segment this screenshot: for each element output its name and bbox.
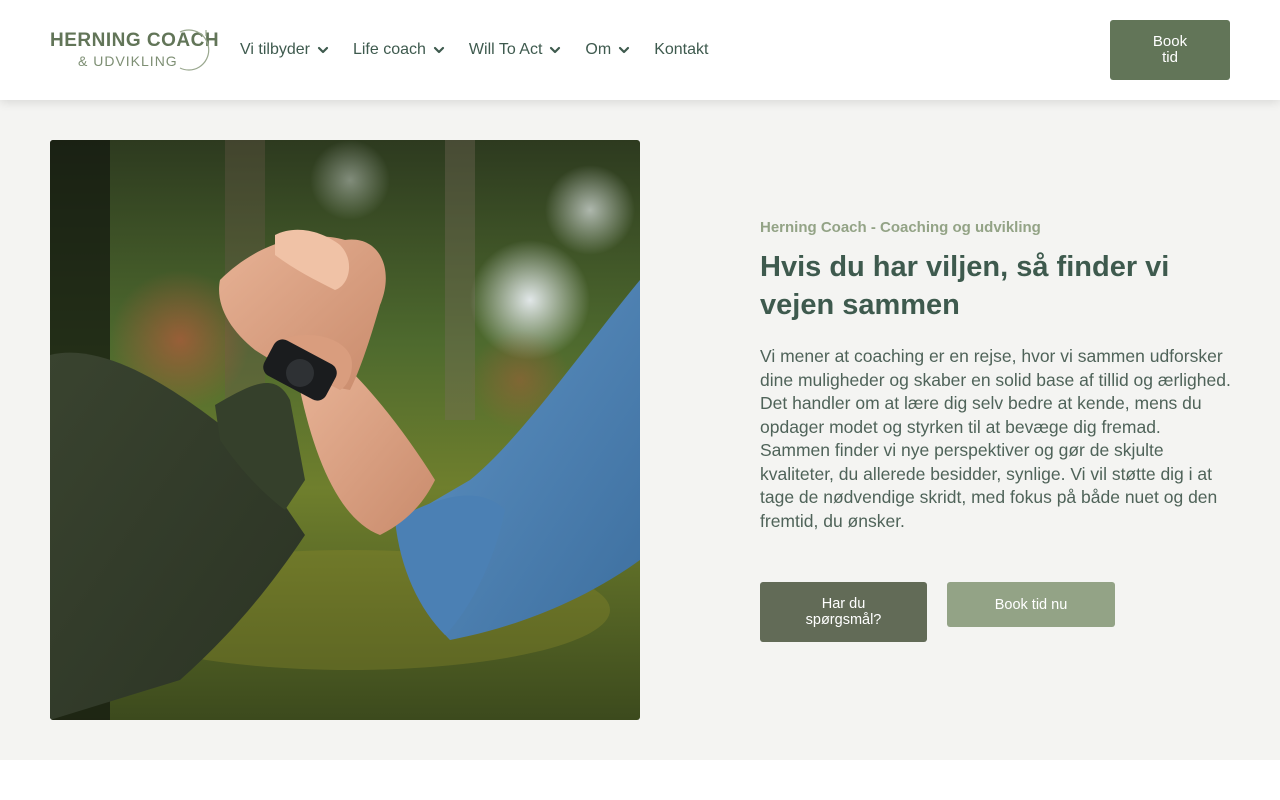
nav-item-life-coach[interactable]: Life coach (353, 41, 445, 59)
chevron-down-icon (550, 46, 561, 54)
nav-item-label: Vi tilbyder (240, 41, 310, 58)
chevron-down-icon (433, 46, 445, 54)
main-navigation: Vi tilbyder Life coach Will To Act Om Ko… (240, 38, 708, 62)
chevron-down-icon (317, 46, 329, 54)
book-now-button[interactable]: Book tid nu (947, 582, 1115, 627)
hero-section: Herning Coach - Coaching og udvikling Hv… (0, 100, 1280, 760)
hero-headline: Hvis du har viljen, så finder vi vejen s… (760, 251, 1170, 321)
nav-item-label: Kontakt (654, 41, 709, 58)
nav-item-om[interactable]: Om (585, 41, 630, 59)
nav-item-label: Life coach (352, 41, 426, 58)
nav-item-vi-tilbyder[interactable]: Vi tilbyder (240, 41, 329, 59)
questions-button[interactable]: Har du spørgsmål? (760, 582, 927, 642)
site-header: HERNING COACH & UDVIKLING Vi tilbyder Li… (0, 0, 1280, 100)
handshake-photo-illustration (50, 140, 640, 720)
book-time-button[interactable]: Book tid (1110, 20, 1230, 80)
section-kicker: Herning Coach - Coaching og udvikling (760, 219, 1041, 236)
site-logo[interactable]: HERNING COACH & UDVIKLING (50, 28, 219, 74)
handshake-photo (50, 140, 640, 720)
nav-item-kontakt[interactable]: Kontakt (654, 41, 708, 59)
nav-item-will-to-act[interactable]: Will To Act (469, 41, 562, 59)
logo-ring-icon (179, 29, 210, 71)
nav-item-label: Om (585, 41, 612, 58)
chevron-down-icon (619, 46, 630, 54)
hero-body-text: Vi mener at coaching er en rejse, hvor v… (760, 346, 1231, 531)
nav-item-label: Will To Act (468, 41, 543, 58)
logo-text-secondary: & UDVIKLING (78, 53, 178, 69)
